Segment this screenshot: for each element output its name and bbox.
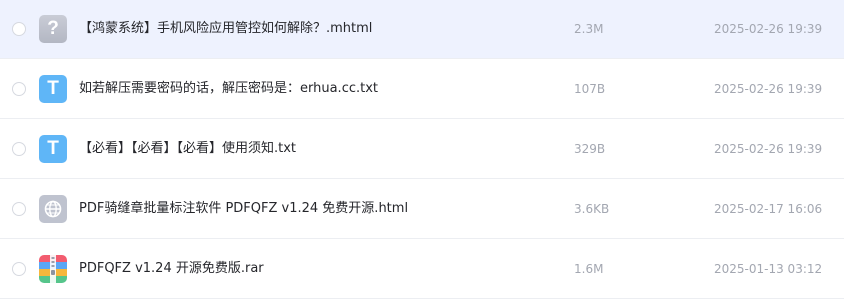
- file-row[interactable]: ? 【鸿蒙系统】手机风险应用管控如何解除？.mhtml 2.3M 2025-02…: [0, 0, 844, 59]
- text-file-icon: T: [39, 135, 67, 163]
- file-list: ? 【鸿蒙系统】手机风险应用管控如何解除？.mhtml 2.3M 2025-02…: [0, 0, 844, 300]
- file-name[interactable]: 如若解压需要密码的话，解压密码是：erhua.cc.txt: [79, 80, 378, 98]
- file-name[interactable]: PDF骑缝章批量标注软件 PDFQFZ v1.24 免费开源.html: [79, 200, 408, 218]
- file-size: 329B: [574, 142, 606, 156]
- file-row[interactable]: PDF骑缝章批量标注软件 PDFQFZ v1.24 免费开源.html 3.6K…: [0, 180, 844, 239]
- row-checkbox[interactable]: [12, 202, 26, 216]
- file-row[interactable]: T 如若解压需要密码的话，解压密码是：erhua.cc.txt 107B 202…: [0, 60, 844, 119]
- text-file-icon: T: [39, 75, 67, 103]
- file-date: 2025-02-17 16:06: [714, 202, 823, 216]
- file-name[interactable]: PDFQFZ v1.24 开源免费版.rar: [79, 260, 264, 278]
- file-date: 2025-02-26 19:39: [714, 142, 823, 156]
- file-name[interactable]: 【鸿蒙系统】手机风险应用管控如何解除？.mhtml: [79, 20, 372, 38]
- text-glyph: T: [47, 138, 59, 159]
- row-checkbox[interactable]: [12, 262, 26, 276]
- unknown-file-icon: ?: [39, 15, 67, 43]
- file-row[interactable]: T 【必看】【必看】【必看】使用须知.txt 329B 2025-02-26 1…: [0, 120, 844, 179]
- text-glyph: T: [47, 78, 59, 99]
- file-date: 2025-01-13 03:12: [714, 262, 823, 276]
- file-size: 2.3M: [574, 22, 604, 36]
- web-file-icon: [39, 195, 67, 223]
- row-checkbox[interactable]: [12, 142, 26, 156]
- file-date: 2025-02-26 19:39: [714, 22, 823, 36]
- file-row[interactable]: PDFQFZ v1.24 开源免费版.rar 1.6M 2025-01-13 0…: [0, 240, 844, 299]
- row-checkbox[interactable]: [12, 82, 26, 96]
- row-checkbox[interactable]: [12, 22, 26, 36]
- file-name[interactable]: 【必看】【必看】【必看】使用须知.txt: [79, 140, 296, 158]
- file-size: 107B: [574, 82, 606, 96]
- file-size: 1.6M: [574, 262, 604, 276]
- globe-icon: [44, 200, 62, 218]
- file-size: 3.6KB: [574, 202, 610, 216]
- zip-archive-icon: [39, 255, 67, 283]
- archive-file-icon: [39, 255, 67, 283]
- file-date: 2025-02-26 19:39: [714, 82, 823, 96]
- question-mark-glyph: ?: [47, 18, 59, 39]
